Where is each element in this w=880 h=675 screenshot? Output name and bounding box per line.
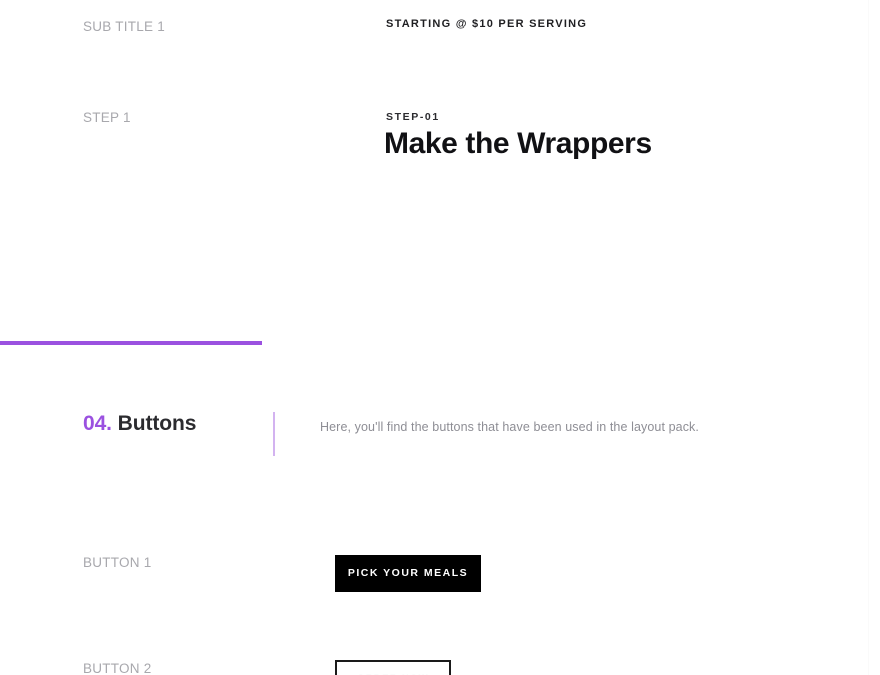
button-2-label: BUTTON 2 <box>83 661 152 675</box>
section-divider <box>0 341 262 345</box>
section-description: Here, you'll find the buttons that have … <box>320 420 699 434</box>
section-name: Buttons <box>117 412 197 435</box>
step-eyebrow: STEP-01 <box>386 111 440 123</box>
pick-your-meals-button[interactable]: PICK YOUR MEALS <box>335 555 481 592</box>
order-now-outline-button[interactable]: ORDER NOW <box>335 660 451 675</box>
style-guide-page: SUB TITLE 1 STARTING @ $10 PER SERVING S… <box>0 0 880 675</box>
step-title: Make the Wrappers <box>384 127 652 160</box>
sub-title-1-sample: STARTING @ $10 PER SERVING <box>386 18 588 30</box>
step-1-label: STEP 1 <box>83 110 131 125</box>
button-1-label: BUTTON 1 <box>83 555 152 570</box>
section-heading: 04. Buttons <box>83 412 196 436</box>
page-right-edge <box>868 0 869 675</box>
sub-title-1-label: SUB TITLE 1 <box>83 19 166 34</box>
section-number: 04. <box>83 412 112 435</box>
section-accent-bar <box>273 412 275 456</box>
